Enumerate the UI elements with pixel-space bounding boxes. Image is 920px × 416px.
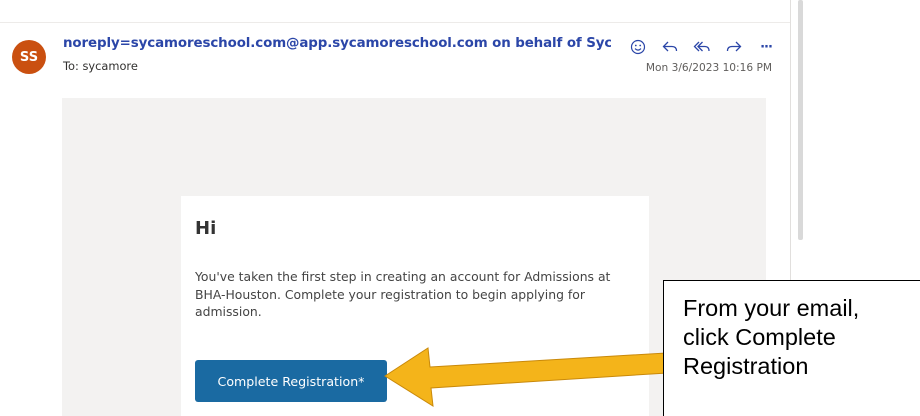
- instruction-callout: From your email, click Complete Registra…: [663, 280, 920, 416]
- callout-line-3: Registration: [683, 353, 809, 379]
- reply-all-icon[interactable]: [686, 36, 718, 58]
- more-icon[interactable]: ···: [750, 36, 782, 58]
- recipient-line: To: sycamore: [63, 59, 138, 73]
- message-date: Mon 3/6/2023 10:16 PM: [645, 62, 772, 74]
- forward-icon[interactable]: [718, 36, 750, 58]
- email-message: You've taken the first step in creating …: [195, 269, 611, 319]
- scrollbar-thumb[interactable]: [798, 0, 803, 240]
- to-label: To:: [63, 59, 79, 73]
- callout-text: From your email, click Complete Registra…: [683, 294, 913, 381]
- callout-line-1: From your email,: [683, 295, 860, 321]
- reply-icon[interactable]: [654, 36, 686, 58]
- header-divider: [0, 22, 790, 23]
- email-greeting: Hi: [195, 218, 217, 239]
- avatar[interactable]: SS: [12, 40, 46, 74]
- complete-registration-button[interactable]: Complete Registration*: [195, 360, 387, 402]
- smiley-icon[interactable]: [622, 36, 654, 58]
- more-icon-glyph: ···: [760, 39, 773, 55]
- sender-name[interactable]: noreply=sycamoreschool.com@app.sycamores…: [63, 36, 611, 51]
- recipient-name[interactable]: sycamore: [82, 59, 137, 73]
- message-actions: ···: [622, 36, 782, 58]
- callout-line-2: click Complete: [683, 324, 836, 350]
